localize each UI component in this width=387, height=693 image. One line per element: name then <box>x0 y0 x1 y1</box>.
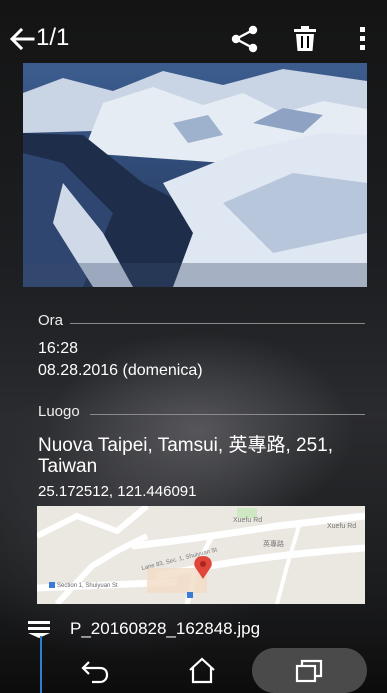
share-icon[interactable] <box>230 24 260 54</box>
back-arrow-icon[interactable] <box>9 26 35 52</box>
file-name: P_20160828_162848.jpg <box>70 619 261 638</box>
nav-back-icon[interactable] <box>80 658 110 684</box>
photo-viewer: 1/1 Ora 16:28 08.28.2016 (domenica) Luog… <box>0 0 387 693</box>
drawer-handle-icon[interactable] <box>28 620 50 638</box>
photo-time: 16:28 <box>38 340 79 357</box>
transit-icon <box>49 582 55 588</box>
time-section-title: Ora <box>38 312 64 329</box>
location-coordinates: 25.172512, 121.446091 <box>38 483 197 500</box>
map-label: Xuefu Rd <box>327 523 356 530</box>
image-counter: 1/1 <box>36 24 70 51</box>
system-nav-bar <box>0 646 387 693</box>
map-label: Section 1, Shuiyuan St <box>57 583 118 589</box>
nav-recent-apps-button[interactable] <box>252 648 367 693</box>
location-section-title: Luogo <box>38 403 80 420</box>
nav-home-icon[interactable] <box>187 656 217 684</box>
transit-icon <box>187 592 193 598</box>
more-vert-icon[interactable] <box>356 24 370 54</box>
time-section-divider <box>70 323 365 324</box>
photo-date: 08.28.2016 (domenica) <box>38 362 203 379</box>
mountain-photo[interactable] <box>23 63 367 287</box>
filename-bar: P_20160828_162848.jpg <box>0 612 387 646</box>
location-address: Nuova Taipei, Tamsui, 英專路, 251, Taiwan <box>38 435 333 477</box>
map-label: Xuefu Rd <box>233 517 262 524</box>
location-section-divider <box>90 414 365 415</box>
location-map[interactable]: Xuefu Rd Xuefu Rd Lane 83, Sec. 1, Shuiy… <box>37 506 365 604</box>
trash-icon[interactable] <box>292 24 318 54</box>
nav-recent-apps-icon <box>295 659 323 683</box>
top-toolbar: 1/1 <box>0 10 387 62</box>
map-label: 英專路 <box>263 539 284 548</box>
